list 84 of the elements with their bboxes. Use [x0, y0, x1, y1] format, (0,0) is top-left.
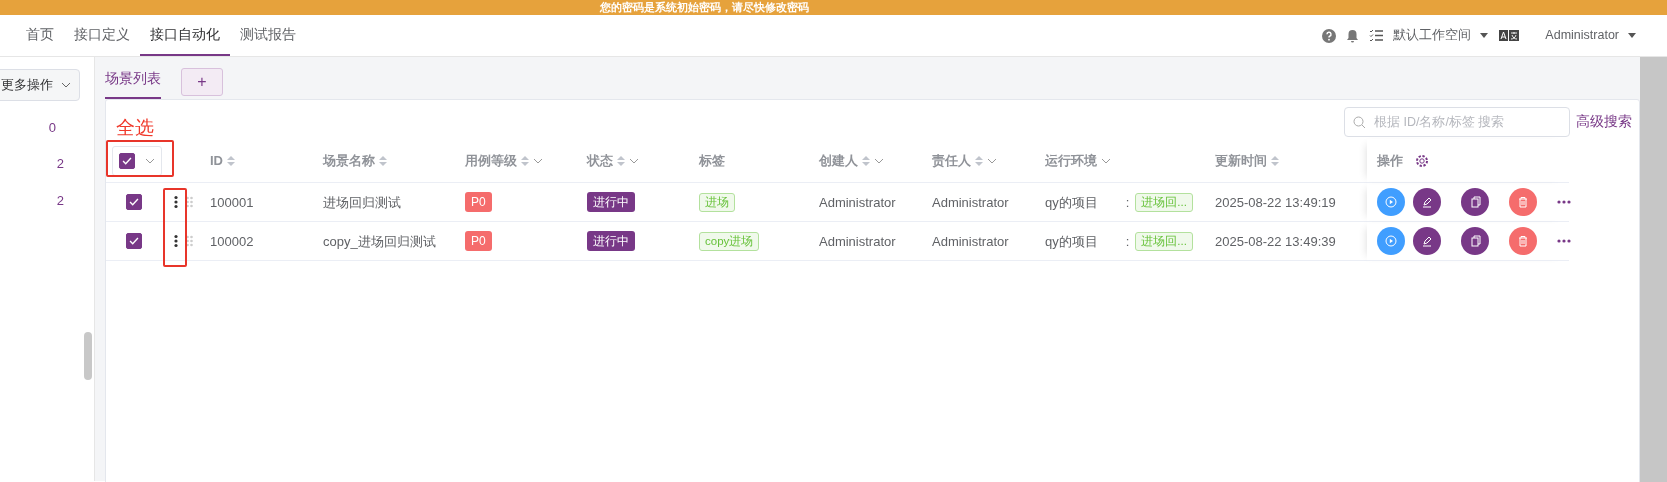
chevron-down-icon — [145, 157, 155, 165]
column-header: 场景名称 — [323, 152, 375, 170]
run-button[interactable] — [1377, 188, 1405, 217]
owner-name: Administrator — [932, 232, 1009, 251]
creator-name: Administrator — [819, 232, 896, 251]
nav-tab[interactable]: 测试报告 — [230, 15, 306, 56]
priority-badge: P0 — [465, 192, 492, 213]
checkbox[interactable] — [126, 233, 142, 250]
select-all-dropdown[interactable] — [112, 145, 162, 176]
more-vertical-icon[interactable] — [174, 195, 178, 210]
drag-handle-icon[interactable] — [186, 196, 193, 209]
search-field[interactable]: 根据 ID/名称/标签 搜索 — [1344, 107, 1570, 138]
column-header: 状态 — [587, 152, 613, 170]
filter-icon[interactable] — [987, 157, 997, 165]
filter-icon[interactable] — [1101, 157, 1111, 165]
environment-name: qy的项目 — [1045, 193, 1098, 212]
run-button[interactable] — [1377, 227, 1405, 256]
more-actions-button[interactable]: 更多操作 — [0, 69, 80, 101]
edit-button[interactable] — [1413, 227, 1441, 256]
delete-button[interactable] — [1509, 188, 1537, 217]
bell-icon[interactable] — [1346, 28, 1360, 43]
column-header: 标签 — [699, 152, 725, 170]
filter-icon[interactable] — [629, 157, 639, 165]
user-dropdown[interactable]: Administrator — [1545, 26, 1637, 45]
more-horizontal-icon[interactable] — [1557, 200, 1571, 205]
status-badge: 进行中 — [587, 231, 635, 252]
scenario-name: 进场回归测试 — [323, 193, 401, 212]
separator-text: : — [1125, 193, 1130, 212]
filter-icon[interactable] — [533, 157, 543, 165]
more-vertical-icon[interactable] — [174, 234, 178, 249]
update-time: 2025-08-22 13:49:19 — [1215, 193, 1336, 212]
tag: 进场 — [699, 192, 735, 212]
count-label: 2 — [55, 155, 65, 173]
scrollbar[interactable] — [1640, 57, 1667, 482]
scenario-id: 100001 — [210, 193, 254, 212]
settings-icon[interactable] — [1415, 153, 1429, 168]
count-label: 0 — [47, 118, 57, 137]
nav-tab[interactable]: 首页 — [16, 15, 64, 56]
translate-icon[interactable] — [1499, 30, 1520, 41]
annotation-box — [106, 140, 174, 178]
play-icon — [1383, 233, 1399, 250]
column-header: 用例等级 — [465, 152, 517, 170]
column-header: 创建人 — [819, 152, 858, 170]
update-time: 2025-08-22 13:49:39 — [1215, 232, 1336, 251]
nav-tab[interactable]: 接口定义 — [64, 15, 140, 56]
count-label: 2 — [55, 191, 65, 210]
more-horizontal-icon[interactable] — [1557, 239, 1571, 244]
owner-name: Administrator — [932, 193, 1009, 212]
creator-name: Administrator — [819, 193, 896, 212]
checklist-icon[interactable] — [1369, 29, 1384, 42]
play-icon — [1383, 194, 1399, 211]
warning-banner-text: 您的密码是系统初始密码，请尽快修改密码 — [600, 1, 809, 13]
checkbox[interactable] — [119, 152, 135, 169]
column-header: 责任人 — [932, 152, 971, 170]
scrollbar-thumb[interactable] — [84, 332, 92, 380]
filter-icon[interactable] — [874, 157, 884, 165]
help-icon[interactable] — [1322, 28, 1337, 43]
tag: copy进场 — [699, 231, 760, 251]
advanced-search-link[interactable]: 高级搜索 — [1576, 112, 1632, 133]
caret-icon — [1627, 32, 1637, 39]
caret-icon — [1479, 32, 1490, 39]
environment-name: qy的项目 — [1045, 232, 1098, 251]
scenario-id: 100002 — [210, 232, 254, 251]
column-header: ID — [210, 152, 223, 170]
column-header: 运行环境 — [1045, 152, 1097, 170]
add-tab-button[interactable]: + — [181, 68, 223, 97]
search-icon — [1353, 115, 1366, 129]
environment-tag: 进场回... — [1135, 192, 1193, 212]
drag-handle-icon[interactable] — [186, 235, 193, 248]
separator-text: : — [1125, 232, 1130, 251]
priority-badge: P0 — [465, 231, 492, 252]
status-badge: 进行中 — [587, 192, 635, 213]
copy-button[interactable] — [1461, 227, 1489, 256]
workspace-dropdown[interactable]: 默认工作空间 — [1393, 26, 1490, 45]
delete-button[interactable] — [1509, 227, 1537, 256]
annotation-label: 全选 — [116, 116, 154, 141]
checkbox[interactable] — [126, 194, 142, 211]
copy-button[interactable] — [1461, 188, 1489, 217]
scenario-name: copy_进场回归测试 — [323, 232, 436, 251]
column-header: 更新时间 — [1215, 152, 1267, 170]
edit-button[interactable] — [1413, 188, 1441, 217]
chevron-down-icon — [61, 81, 71, 89]
column-header: 操作 — [1377, 152, 1403, 170]
environment-tag: 进场回... — [1135, 231, 1193, 251]
